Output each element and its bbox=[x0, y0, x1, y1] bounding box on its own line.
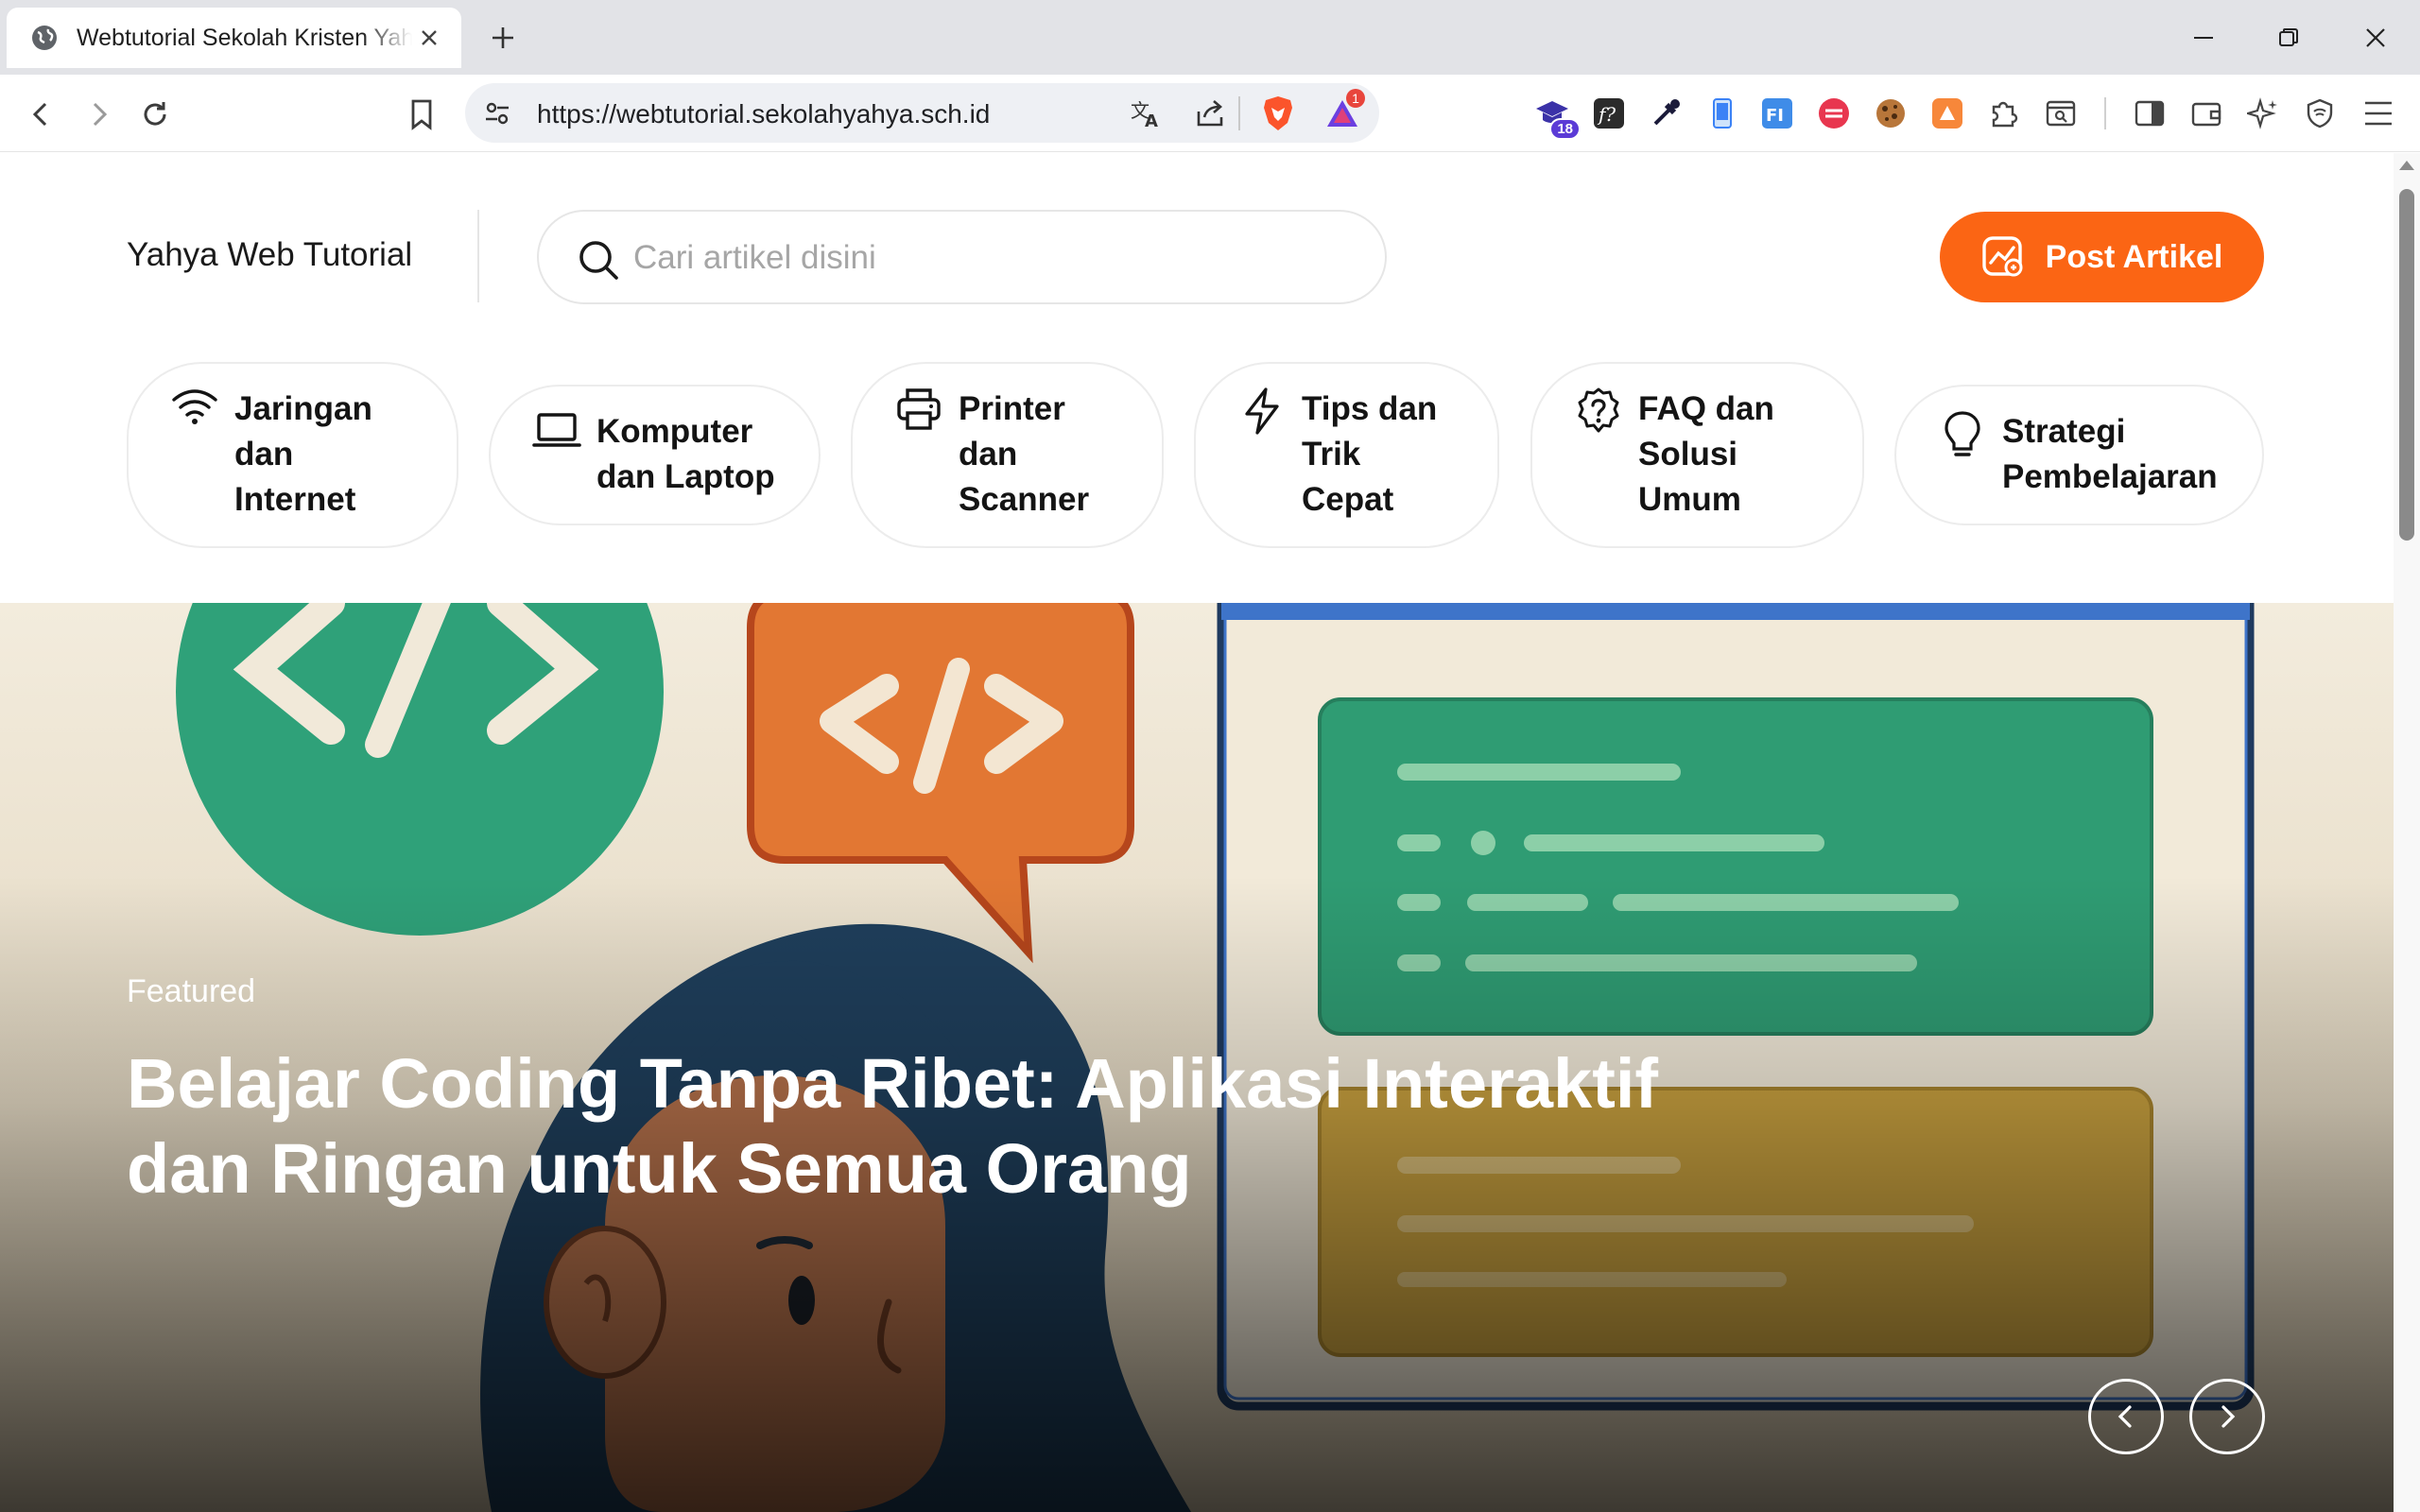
share-icon[interactable] bbox=[1189, 93, 1231, 134]
tab-title: Webtutorial Sekolah Kristen Yahya bbox=[77, 24, 413, 51]
sidebar-toggle-icon[interactable] bbox=[2129, 93, 2170, 134]
svg-text:FI: FI bbox=[1766, 106, 1784, 126]
wallet-icon[interactable] bbox=[2186, 93, 2227, 134]
chevron-right-icon bbox=[2221, 1405, 2236, 1428]
new-tab-button[interactable] bbox=[482, 17, 524, 59]
back-button[interactable] bbox=[21, 94, 62, 135]
chart-edit-icon bbox=[1981, 235, 2025, 279]
category-faq-solusi[interactable]: FAQ dan Solusi Umum bbox=[1530, 362, 1864, 548]
search-icon bbox=[579, 241, 618, 280]
globe-icon bbox=[32, 26, 57, 50]
laptop-icon bbox=[532, 409, 581, 458]
restore-button[interactable] bbox=[2246, 0, 2331, 75]
graduation-cap-extension-icon[interactable]: 18 bbox=[1531, 93, 1581, 140]
fi-extension-icon[interactable]: FI bbox=[1756, 93, 1798, 134]
search-box[interactable] bbox=[537, 210, 1387, 304]
vpn-shield-icon[interactable] bbox=[2299, 93, 2341, 134]
tab-search-icon[interactable] bbox=[2040, 93, 2082, 134]
forward-button[interactable] bbox=[78, 94, 119, 135]
color-picker-extension-icon[interactable] bbox=[1645, 93, 1686, 134]
minimize-button[interactable] bbox=[2161, 0, 2246, 75]
chevron-left-icon bbox=[2118, 1405, 2132, 1428]
scrollbar-thumb[interactable] bbox=[2399, 189, 2414, 541]
toolbar-divider bbox=[2104, 97, 2106, 129]
rewards-badge: 1 bbox=[1346, 89, 1365, 108]
category-label: Tips dan Trik Cepat bbox=[1302, 390, 1438, 518]
lightning-icon bbox=[1237, 387, 1287, 436]
question-badge-icon bbox=[1574, 387, 1623, 436]
bookmark-icon[interactable] bbox=[401, 94, 442, 135]
category-komputer-laptop[interactable]: Komputer dan Laptop bbox=[489, 385, 821, 525]
site-settings-icon[interactable] bbox=[476, 93, 518, 134]
hero-next-button[interactable] bbox=[2189, 1379, 2265, 1454]
category-label: Printer dan Scanner bbox=[959, 390, 1090, 518]
close-window-button[interactable] bbox=[2333, 0, 2418, 75]
scroll-up-arrow-icon[interactable] bbox=[2399, 161, 2414, 170]
category-strategi-pembelajaran[interactable]: Strategi Pembelajaran bbox=[1894, 385, 2264, 525]
svg-text:A: A bbox=[1145, 112, 1158, 129]
lightbulb-icon bbox=[1938, 409, 1987, 458]
category-tips-trik[interactable]: Tips dan Trik Cepat bbox=[1194, 362, 1499, 548]
wifi-icon bbox=[170, 387, 219, 436]
hero-prev-button[interactable] bbox=[2088, 1379, 2164, 1454]
menu-icon[interactable] bbox=[2358, 93, 2399, 134]
device-extension-icon[interactable] bbox=[1702, 93, 1743, 134]
leo-ai-icon[interactable] bbox=[2242, 93, 2284, 134]
post-article-label: Post Artikel bbox=[2045, 238, 2223, 275]
brave-rewards-icon[interactable]: 1 bbox=[1322, 89, 1365, 134]
omnibox-divider bbox=[1238, 96, 1240, 130]
header-divider bbox=[477, 210, 479, 302]
extension-badge: 18 bbox=[1549, 118, 1581, 140]
category-label: FAQ dan Solusi Umum bbox=[1638, 390, 1774, 518]
category-label: Jaringan dan Internet bbox=[234, 390, 372, 518]
translate-icon[interactable]: 文A bbox=[1125, 93, 1167, 134]
category-jaringan-internet[interactable]: Jaringan dan Internet bbox=[127, 362, 458, 548]
close-tab-icon[interactable] bbox=[412, 21, 446, 55]
page-content: Yahya Web Tutorial Post Artikel Jaringan… bbox=[0, 153, 2394, 1512]
category-label: Komputer dan Laptop bbox=[596, 413, 775, 495]
featured-title[interactable]: Belajar Coding Tanpa Ribet: Aplikasi Int… bbox=[127, 1041, 1876, 1211]
font-identifier-extension-icon[interactable]: f? bbox=[1588, 93, 1630, 134]
puzzle-extensions-icon[interactable] bbox=[1983, 93, 2025, 134]
address-bar[interactable]: https://webtutorial.sekolahyahya.sch.id … bbox=[465, 83, 1379, 143]
category-label: Strategi Pembelajaran bbox=[2002, 413, 2218, 495]
browser-tab[interactable]: Webtutorial Sekolah Kristen Yahya bbox=[7, 8, 461, 68]
svg-text:f?: f? bbox=[1597, 103, 1616, 126]
url-text: https://webtutorial.sekolahyahya.sch.id bbox=[537, 99, 991, 129]
printer-icon bbox=[894, 387, 943, 436]
search-input[interactable] bbox=[633, 232, 1352, 284]
reload-button[interactable] bbox=[134, 94, 176, 135]
post-article-button[interactable]: Post Artikel bbox=[1940, 212, 2264, 302]
stripe-extension-icon[interactable] bbox=[1813, 93, 1855, 134]
site-title[interactable]: Yahya Web Tutorial bbox=[127, 236, 412, 274]
browser-toolbar: https://webtutorial.sekolahyahya.sch.id … bbox=[0, 75, 2420, 152]
browser-tabbar: Webtutorial Sekolah Kristen Yahya bbox=[0, 0, 2420, 75]
brave-shields-icon[interactable] bbox=[1257, 93, 1299, 134]
orange-extension-icon[interactable] bbox=[1927, 93, 1968, 134]
cookie-extension-icon[interactable] bbox=[1870, 93, 1911, 134]
page-scrollbar[interactable] bbox=[2394, 153, 2420, 1512]
category-printer-scanner[interactable]: Printer dan Scanner bbox=[851, 362, 1164, 548]
featured-label: Featured bbox=[127, 973, 256, 1009]
